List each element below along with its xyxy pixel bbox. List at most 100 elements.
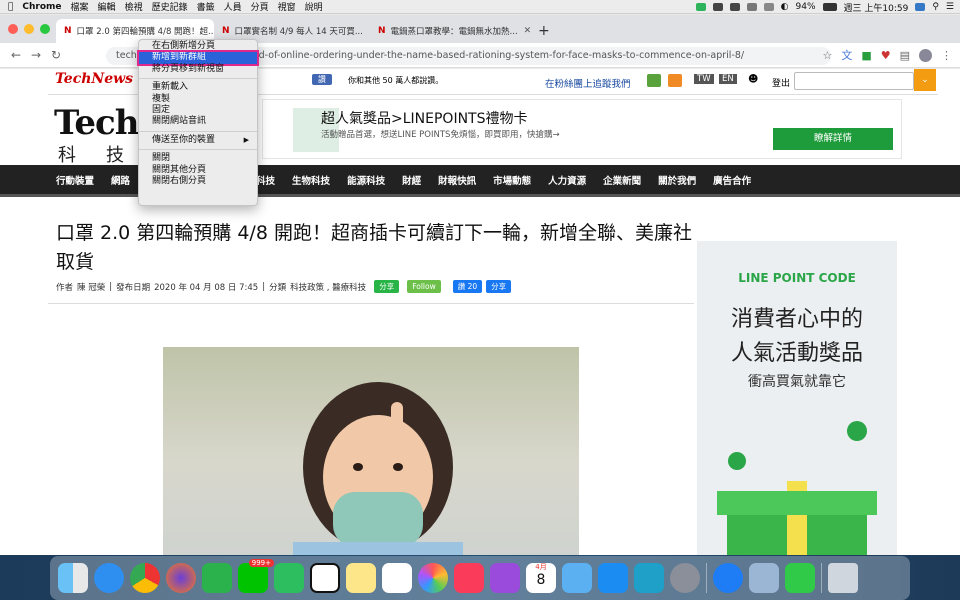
translate-icon[interactable]: 文 xyxy=(841,47,852,63)
forward-icon[interactable]: → xyxy=(26,48,46,62)
menu-help[interactable]: 說明 xyxy=(305,0,332,13)
logout-link[interactable]: 登出 xyxy=(772,76,790,89)
user-icon[interactable]: ☻ xyxy=(748,74,758,85)
nav-energy[interactable]: 能源科技 xyxy=(347,173,385,187)
rss-icon[interactable] xyxy=(668,74,682,87)
menu-window[interactable]: 視窗 xyxy=(278,0,305,13)
menu-close-right[interactable]: 關閉右側分頁 xyxy=(139,176,257,187)
lang-en-button[interactable]: EN xyxy=(719,74,737,84)
nav-biotech[interactable]: 生物科技 xyxy=(292,173,330,187)
notion-icon[interactable] xyxy=(310,563,340,593)
menu-bookmarks[interactable]: 書籤 xyxy=(197,0,224,13)
menu-duplicate[interactable]: 複製 xyxy=(139,94,257,105)
extension-icon[interactable]: ▤ xyxy=(900,49,910,62)
apple-icon[interactable]:  xyxy=(0,2,22,12)
menu-close-others[interactable]: 關閉其他分頁 xyxy=(139,165,257,176)
music-icon[interactable] xyxy=(454,563,484,593)
line-status-icon[interactable] xyxy=(695,3,706,11)
control-center-icon[interactable]: ☰ xyxy=(946,2,954,12)
nav-internet[interactable]: 網路 xyxy=(111,173,130,187)
menu-new-tab-right[interactable]: 在右側新增分頁 xyxy=(139,41,257,52)
feedly-icon[interactable] xyxy=(202,563,232,593)
menu-move-to-new-window[interactable]: 將分頁移到新視窗 xyxy=(139,64,257,75)
menu-add-to-new-group[interactable]: 新增到新群組 xyxy=(137,50,259,66)
clock[interactable]: 週三 上午10:59 xyxy=(844,1,909,14)
pocket-icon[interactable]: ♥ xyxy=(881,49,891,62)
finder-icon[interactable] xyxy=(58,563,88,593)
new-tab-button[interactable]: + xyxy=(530,19,554,43)
menu-edit[interactable]: 編輯 xyxy=(98,0,125,13)
cloud-icon[interactable] xyxy=(712,3,723,11)
nav-corporate[interactable]: 企業新聞 xyxy=(603,173,641,187)
menu-mute-site[interactable]: 關閉網站音訊 xyxy=(139,116,257,127)
line-icon[interactable]: 999+ xyxy=(238,559,274,593)
appstore-icon[interactable] xyxy=(598,563,628,593)
tab-rice-cooker[interactable]: N 電鍋蒸口罩教學：電鍋無水加熱... ✕ xyxy=(370,19,530,43)
chrome-icon[interactable] xyxy=(130,563,160,593)
menu-tab[interactable]: 分頁 xyxy=(251,0,278,13)
nav-earnings[interactable]: 財報快訊 xyxy=(438,173,476,187)
profile-avatar[interactable] xyxy=(919,48,932,62)
menu-app-chrome[interactable]: Chrome xyxy=(22,2,70,12)
line-share-button[interactable]: 分享 xyxy=(374,280,400,293)
facetime-icon[interactable] xyxy=(785,563,815,593)
menu-kebab-icon[interactable]: ⋮ xyxy=(941,49,952,62)
banner-ad[interactable]: 超人氣獎品>LINEPOINTS禮物卡 活動贈品首選，想送LINE POINTS… xyxy=(262,99,902,159)
menu-view[interactable]: 檢視 xyxy=(125,0,152,13)
feedly-follow-button[interactable]: Follow xyxy=(407,280,441,293)
nav-market[interactable]: 市場動態 xyxy=(493,173,531,187)
menu-history[interactable]: 歷史記錄 xyxy=(152,0,197,13)
evernote-icon[interactable] xyxy=(274,563,304,593)
menu-send-to-device[interactable]: 傳送至你的裝置 ▶ xyxy=(139,135,257,146)
nav-about[interactable]: 關於我們 xyxy=(658,173,696,187)
nav-finance[interactable]: 財經 xyxy=(402,173,421,187)
kindle-icon[interactable] xyxy=(634,563,664,593)
site-search-input[interactable] xyxy=(794,72,914,90)
menu-file[interactable]: 檔案 xyxy=(71,0,98,13)
back-icon[interactable]: ← xyxy=(6,48,26,62)
brand-small-logo[interactable]: TechNews xyxy=(55,71,133,87)
battery-icon[interactable] xyxy=(822,3,837,11)
trash-icon[interactable] xyxy=(828,563,858,593)
calendar-icon[interactable]: 4月 8 xyxy=(526,563,556,593)
fb-like-button[interactable]: 讚 xyxy=(312,74,332,85)
ad-title[interactable]: 超人氣獎品>LINEPOINTS禮物卡 xyxy=(321,108,527,128)
podcasts-icon[interactable] xyxy=(490,563,520,593)
nav-hr[interactable]: 人力資源 xyxy=(548,173,586,187)
category-links[interactable]: 科技政策 , 醫療科技 xyxy=(290,281,366,293)
sysprefs-icon[interactable] xyxy=(670,563,700,593)
cast-icon[interactable] xyxy=(746,3,757,11)
preview-icon[interactable] xyxy=(562,563,592,593)
search-icon[interactable]: ⚲ xyxy=(932,2,939,12)
evernote-ext-icon[interactable]: ■ xyxy=(861,49,871,62)
notes-icon[interactable] xyxy=(346,563,376,593)
photos-icon[interactable] xyxy=(418,563,448,593)
close-window-button[interactable] xyxy=(8,24,18,34)
close-tab-icon[interactable]: ✕ xyxy=(363,26,370,36)
author-name[interactable]: 陳 冠榮 xyxy=(77,281,105,293)
zoom-window-button[interactable] xyxy=(40,24,50,34)
elephant-icon[interactable] xyxy=(729,3,740,11)
iphoto-icon[interactable] xyxy=(749,563,779,593)
battery-percent[interactable]: 94% xyxy=(796,2,816,12)
time-machine-icon[interactable] xyxy=(763,3,774,11)
safari-icon[interactable] xyxy=(94,563,124,593)
feedly-icon[interactable] xyxy=(647,74,661,87)
menu-reload[interactable]: 重新載入 xyxy=(139,82,257,93)
wifi-icon[interactable]: ◐ xyxy=(781,2,789,12)
fb-share-button[interactable]: 分享 xyxy=(486,280,512,293)
close-tab-icon[interactable]: ✕ xyxy=(518,26,530,36)
menu-pin[interactable]: 固定 xyxy=(139,105,257,116)
fb-like-article-button[interactable]: 讚 20 xyxy=(452,280,483,293)
menu-people[interactable]: 人員 xyxy=(224,0,251,13)
side-ad[interactable]: LINE POINT CODE 消費者心中的 人氣活動獎品 衝高買氣就靠它 xyxy=(697,241,897,555)
nav-ads[interactable]: 廣告合作 xyxy=(713,173,751,187)
lang-tw-button[interactable]: TW xyxy=(694,74,714,84)
search-toggle-icon[interactable]: ⌄ xyxy=(914,69,936,91)
messenger-icon[interactable] xyxy=(713,563,743,593)
slack-icon[interactable] xyxy=(382,563,412,593)
menu-close[interactable]: 關閉 xyxy=(139,153,257,164)
fans-link[interactable]: 在粉絲團上追蹤我們 xyxy=(545,76,631,90)
bookmark-star-icon[interactable]: ☆ xyxy=(822,49,832,62)
minimize-window-button[interactable] xyxy=(24,24,34,34)
